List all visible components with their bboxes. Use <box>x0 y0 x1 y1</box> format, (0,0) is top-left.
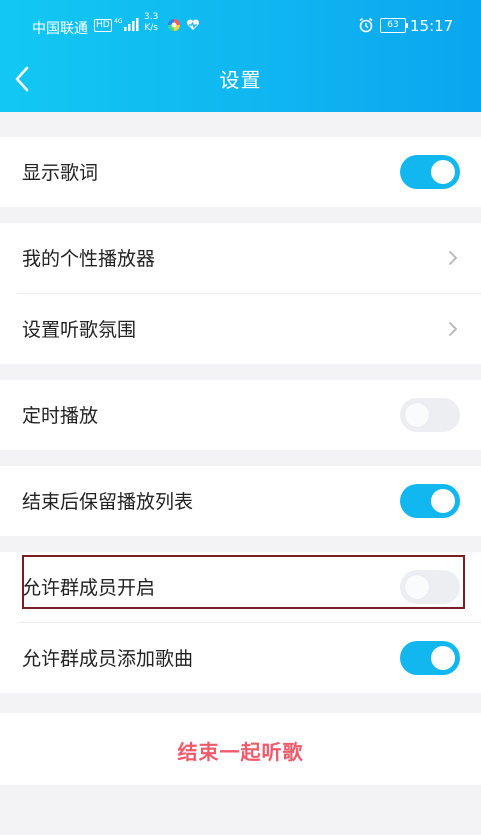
setting-label: 我的个性播放器 <box>22 248 156 270</box>
svg-text:4G: 4G <box>114 18 123 25</box>
timer-play-toggle[interactable] <box>400 398 460 432</box>
card-lyrics: 显示歌词 <box>0 137 481 207</box>
setting-my-player[interactable]: 我的个性播放器 <box>0 223 481 293</box>
alarm-icon <box>359 17 373 33</box>
show-lyrics-toggle[interactable] <box>400 155 460 189</box>
toggle-knob <box>431 489 455 513</box>
top-bar: 中国联通 HD 4G 3.3 K/s 63 15:17 设置 <box>0 0 481 112</box>
page-title: 设置 <box>219 68 262 92</box>
health-icon <box>186 19 200 30</box>
keep-playlist-toggle[interactable] <box>400 484 460 518</box>
card-timer: 定时播放 <box>0 380 481 450</box>
setting-keep-playlist: 结束后保留播放列表 <box>0 466 481 536</box>
carrier-name: 中国联通 <box>32 21 88 37</box>
toggle-knob <box>431 160 455 184</box>
setting-listen-mood[interactable]: 设置听歌氛围 <box>0 294 481 364</box>
end-listen-together-button[interactable]: 结束一起听歌 <box>0 713 481 785</box>
network-speed: 3.3 K/s <box>144 12 158 34</box>
network-speed-value: 3.3 <box>144 12 159 22</box>
setting-label: 允许群成员添加歌曲 <box>22 648 194 670</box>
signal-icon: 4G <box>114 18 139 31</box>
card-player: 我的个性播放器 设置听歌氛围 <box>0 223 481 364</box>
setting-label: 定时播放 <box>22 405 99 427</box>
setting-show-lyrics: 显示歌词 <box>0 137 481 207</box>
allow-members-add-toggle[interactable] <box>400 641 460 675</box>
setting-label: 结束后保留播放列表 <box>22 491 194 513</box>
status-bar: 中国联通 HD 4G 3.3 K/s 63 15:17 <box>0 0 481 52</box>
highlight-box <box>22 555 465 609</box>
battery-indicator: 63 <box>380 18 408 33</box>
chevron-right-icon <box>449 251 458 265</box>
toggle-knob <box>405 403 429 427</box>
setting-label: 显示歌词 <box>22 162 99 184</box>
setting-label: 设置听歌氛围 <box>22 319 137 341</box>
network-speed-unit: K/s <box>144 23 158 33</box>
setting-allow-members-add: 允许群成员添加歌曲 <box>0 623 481 693</box>
card-playlist: 结束后保留播放列表 <box>0 466 481 536</box>
toggle-knob <box>431 646 455 670</box>
setting-timer-play: 定时播放 <box>0 380 481 450</box>
app-notification-icon <box>168 19 180 31</box>
clock: 15:17 <box>410 17 454 35</box>
end-listen-together-label: 结束一起听歌 <box>177 740 304 764</box>
hd-badge: HD <box>94 19 112 32</box>
chevron-right-icon <box>449 322 458 336</box>
